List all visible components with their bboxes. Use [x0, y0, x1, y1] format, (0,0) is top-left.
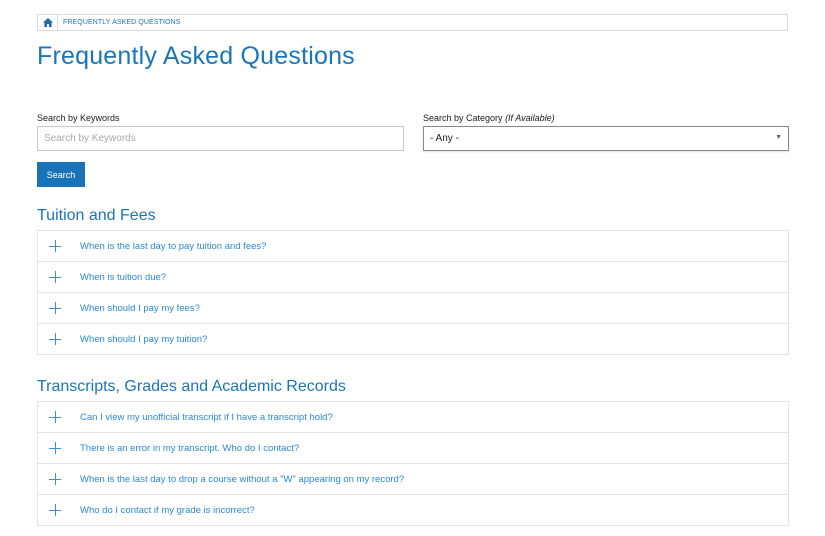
breadcrumb-current[interactable]: FREQUENTLY ASKED QUESTIONS: [63, 19, 180, 26]
faq-question: There is an error in my transcript. Who …: [80, 442, 300, 454]
faq-question: When is the last day to drop a course wi…: [80, 473, 405, 485]
faq-question: When is tuition due?: [80, 271, 167, 283]
plus-icon: [49, 333, 61, 345]
page-title: Frequently Asked Questions: [37, 42, 355, 70]
faq-item[interactable]: There is an error in my transcript. Who …: [37, 432, 789, 464]
faq-question: Who do I contact if my grade is incorrec…: [80, 504, 255, 516]
faq-question: When should I pay my fees?: [80, 302, 200, 314]
plus-icon: [49, 411, 61, 423]
faq-question: When is the last day to pay tuition and …: [80, 240, 267, 252]
faq-item[interactable]: When should I pay my fees?: [37, 292, 789, 324]
faq-question: When should I pay my tuition?: [80, 333, 208, 345]
plus-icon: [49, 442, 61, 454]
plus-icon: [49, 240, 61, 252]
home-icon: [42, 18, 53, 27]
keyword-label: Search by Keywords: [37, 113, 120, 123]
category-label: Search by Category (If Available): [423, 113, 555, 123]
section-title-transcripts: Transcripts, Grades and Academic Records: [37, 378, 346, 395]
keyword-search-input[interactable]: [37, 126, 404, 151]
plus-icon: [49, 271, 61, 283]
plus-icon: [49, 473, 61, 485]
category-label-note: (If Available): [505, 113, 555, 123]
category-label-text: Search by Category: [423, 113, 503, 123]
section-title-tuition: Tuition and Fees: [37, 207, 156, 224]
dropdown-arrow-icon: ▼: [775, 134, 782, 141]
search-button[interactable]: Search: [37, 162, 85, 187]
breadcrumb: FREQUENTLY ASKED QUESTIONS: [37, 14, 788, 31]
faq-question: Can I view my unofficial transcript if I…: [80, 411, 333, 423]
faq-item[interactable]: When is tuition due?: [37, 261, 789, 293]
category-selected-value: - Any -: [430, 133, 459, 144]
faq-list-transcripts: Can I view my unofficial transcript if I…: [37, 401, 789, 526]
faq-item[interactable]: Who do I contact if my grade is incorrec…: [37, 494, 789, 526]
plus-icon: [49, 504, 61, 516]
category-select[interactable]: - Any - ▼: [423, 126, 789, 151]
plus-icon: [49, 302, 61, 314]
faq-item[interactable]: Can I view my unofficial transcript if I…: [37, 401, 789, 433]
home-link[interactable]: [38, 15, 58, 30]
faq-item[interactable]: When is the last day to pay tuition and …: [37, 230, 789, 262]
faq-item[interactable]: When is the last day to drop a course wi…: [37, 463, 789, 495]
faq-list-tuition: When is the last day to pay tuition and …: [37, 230, 789, 355]
faq-item[interactable]: When should I pay my tuition?: [37, 323, 789, 355]
